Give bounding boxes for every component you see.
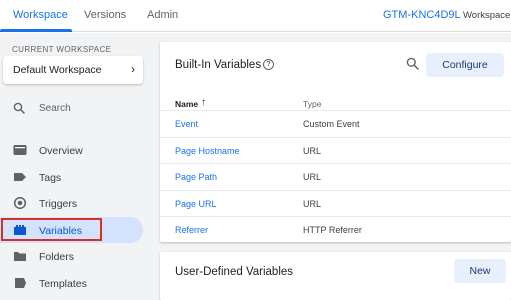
workspace-indicator[interactable]: Workspace [463, 10, 510, 21]
tab-versions[interactable]: Versions [84, 9, 126, 21]
sidebar-item-tags[interactable]: Tags [0, 164, 143, 190]
main-content: Built-In Variables ? Configure Name ↑ Ty… [155, 33, 511, 300]
tab-admin[interactable]: Admin [147, 9, 178, 21]
sidebar-item-label: Tags [39, 172, 62, 184]
sidebar-item-label: Templates [39, 278, 87, 290]
sidebar-item-label: Overview [39, 145, 83, 157]
folder-icon [14, 252, 26, 261]
user-defined-variables-title: User-Defined Variables [175, 266, 294, 278]
new-variable-button[interactable]: New [454, 259, 506, 283]
tab-workspace[interactable]: Workspace [13, 9, 68, 21]
column-header-type: Type [303, 99, 322, 109]
variable-type: Custom Event [303, 119, 360, 129]
sidebar-item-label: Triggers [39, 198, 78, 210]
table-row: Page Path URL [160, 163, 511, 190]
sidebar-item-triggers[interactable]: Triggers [0, 190, 143, 216]
workspace-name: Default Workspace [13, 64, 102, 76]
sidebar-item-overview[interactable]: Overview [0, 137, 143, 163]
workspace-selector[interactable]: Default Workspace › [3, 56, 143, 84]
trigger-icon [13, 197, 27, 209]
table-row: Page URL URL [160, 190, 511, 217]
current-workspace-label: CURRENT WORKSPACE [12, 45, 112, 54]
search-label: Search [39, 103, 71, 114]
sidebar-item-label: Folders [39, 251, 75, 263]
sidebar-item-folders[interactable]: Folders [0, 243, 143, 269]
help-icon[interactable]: ? [263, 59, 274, 70]
overview-icon [13, 145, 27, 155]
variable-name-link[interactable]: Page Path [175, 172, 217, 182]
table-row: Page Hostname URL [160, 137, 511, 164]
active-tab-indicator [0, 29, 72, 32]
template-icon [15, 278, 26, 288]
search-icon[interactable] [406, 57, 419, 70]
sort-ascending-icon[interactable]: ↑ [201, 97, 206, 108]
variable-name-link[interactable]: Event [175, 119, 198, 129]
column-header-name[interactable]: Name [175, 99, 198, 109]
table-row: Referrer HTTP Referrer [160, 216, 511, 243]
variable-name-link[interactable]: Page URL [175, 199, 217, 209]
user-defined-variables-card: User-Defined Variables New [160, 252, 511, 300]
top-bar: Workspace Versions Admin GTM-KNC4D9L Wor… [0, 0, 511, 32]
variable-name-link[interactable]: Referrer [175, 225, 208, 235]
tag-icon [14, 173, 26, 181]
variable-type: URL [303, 172, 322, 182]
configure-button[interactable]: Configure [426, 53, 504, 77]
search-icon [13, 102, 25, 114]
variables-highlight-box [1, 218, 102, 241]
container-id[interactable]: GTM-KNC4D9L [383, 9, 461, 21]
sidebar-search[interactable]: Search [0, 95, 155, 121]
builtin-variables-card: Built-In Variables ? Configure Name ↑ Ty… [160, 42, 511, 242]
variable-type: HTTP Referrer [303, 225, 362, 235]
sidebar-item-templates[interactable]: Templates [0, 270, 143, 296]
chevron-right-icon: › [131, 62, 135, 76]
variable-type: URL [303, 146, 322, 156]
variable-type: URL [303, 199, 322, 209]
builtin-variables-title: Built-In Variables [175, 59, 262, 71]
variable-name-link[interactable]: Page Hostname [175, 146, 240, 156]
table-row: Event Custom Event [160, 110, 511, 137]
sidebar: CURRENT WORKSPACE Default Workspace › Se… [0, 33, 155, 300]
